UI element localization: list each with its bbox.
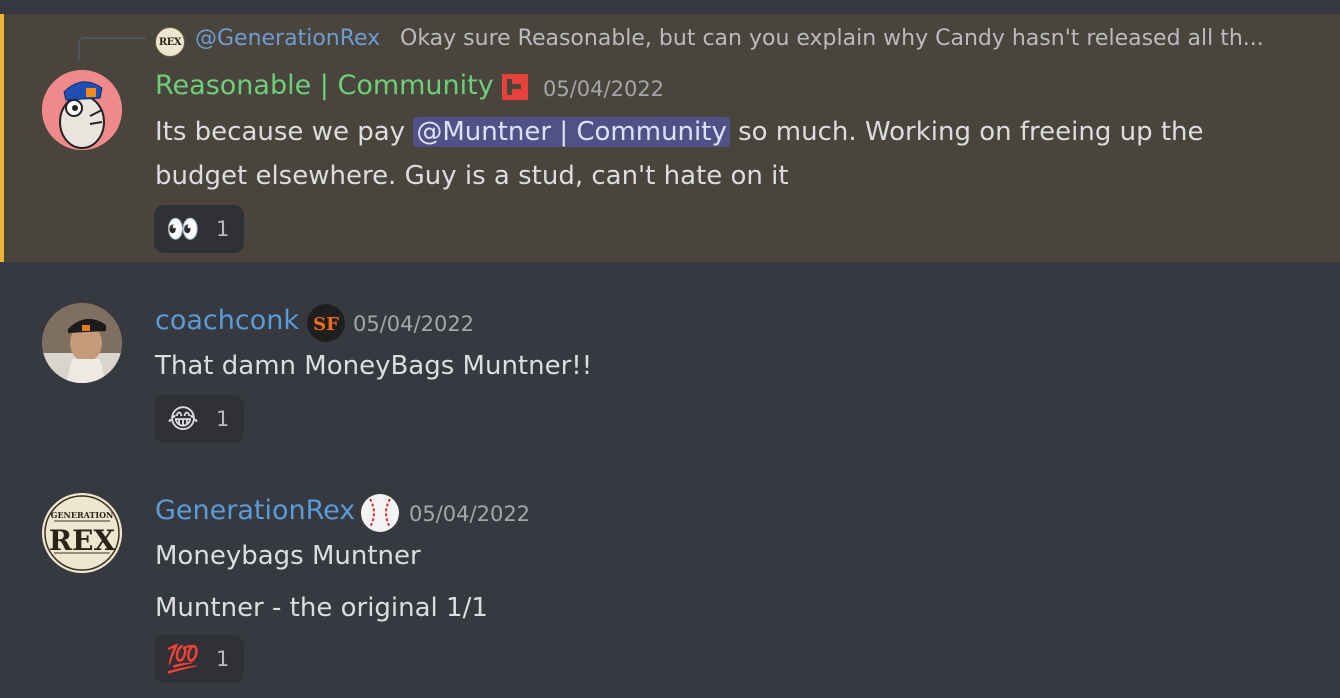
avatar-photo: [42, 303, 122, 383]
message-text-line2: Muntner - the original 1/1: [155, 593, 488, 623]
joy-emoji-icon: 😂: [167, 403, 199, 435]
user-mention[interactable]: @Muntner | Community: [413, 117, 730, 147]
message-timestamp: 05/04/2022: [543, 77, 665, 101]
message-text-prefix: Its because we pay: [155, 117, 406, 147]
svg-text:GENERATION: GENERATION: [51, 510, 114, 520]
reaction-button[interactable]: 😂 1: [154, 395, 244, 443]
message-text-line1: Moneybags Muntner: [155, 541, 421, 571]
author-name[interactable]: GenerationRex: [155, 495, 355, 526]
avatar-logo: GENERATION REX: [42, 493, 122, 573]
svg-text:SF: SF: [313, 314, 339, 335]
baseball-icon: [360, 493, 400, 533]
author-name[interactable]: Reasonable | Community: [155, 70, 494, 101]
message-text-line1: Its because we pay @Muntner | Community …: [155, 110, 1204, 154]
reaction-count: 1: [216, 217, 230, 241]
message-timestamp: 05/04/2022: [409, 502, 531, 526]
reply-connector-line: [78, 37, 146, 61]
reaction-count: 1: [216, 647, 230, 671]
message-text: That damn MoneyBags Muntner!!: [155, 351, 593, 381]
author-name[interactable]: coachconk: [155, 305, 299, 336]
reaction-button[interactable]: 👀 1: [154, 205, 244, 253]
message-timestamp: 05/04/2022: [353, 312, 475, 336]
hundred-points-emoji-icon: 💯: [166, 644, 200, 675]
avatar-coachconk[interactable]: [42, 303, 122, 383]
message-text-suffix: so much. Working on freeing up the: [738, 117, 1204, 147]
eyes-emoji-icon: 👀: [166, 214, 200, 245]
avatar-generationrex[interactable]: GENERATION REX: [42, 493, 122, 573]
avatar-illustration: [42, 70, 122, 150]
message-text-line2: budget elsewhere. Guy is a stud, can't h…: [155, 161, 789, 191]
svg-text:REX: REX: [49, 524, 116, 557]
avatar-reasonable[interactable]: [42, 70, 122, 150]
reaction-count: 1: [216, 407, 230, 431]
red-square-role-icon: [502, 74, 534, 106]
reply-preview-text[interactable]: Okay sure Reasonable, but can you explai…: [400, 26, 1264, 51]
chat-top-edge: [0, 0, 1340, 14]
reply-username[interactable]: @GenerationRex: [195, 26, 380, 51]
reply-avatar[interactable]: REX: [155, 27, 185, 57]
reaction-button[interactable]: 💯 1: [154, 635, 244, 683]
sf-giants-logo-icon: SF: [306, 303, 346, 343]
